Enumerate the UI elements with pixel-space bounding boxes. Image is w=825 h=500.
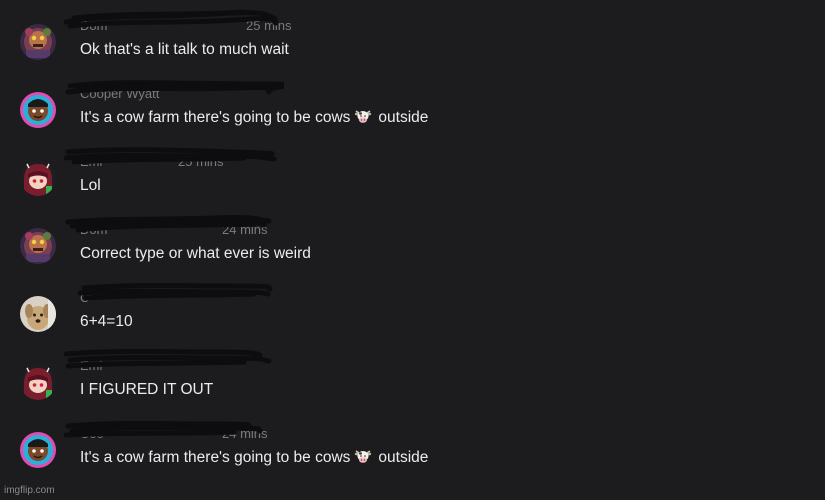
gacha-character-avatar-icon[interactable] (20, 160, 56, 196)
message-header: Cooper Wyatt (65, 80, 284, 102)
chat-message[interactable]: Dom 24 mins Correct type or what ever is… (0, 214, 825, 288)
cow-face-icon (354, 108, 372, 124)
message-timestamp: 24 mins (222, 222, 268, 237)
sender-name[interactable]: Coo (80, 426, 104, 441)
chat-thread: Dom 25 mins Ok that's a lit talk to much… (0, 0, 825, 500)
sender-name[interactable]: Cooper Wyatt (80, 86, 159, 101)
cartoon-boy-avatar-icon[interactable] (20, 432, 56, 468)
animatronic-avatar-icon[interactable] (20, 228, 56, 264)
chat-message[interactable]: Cooper Wyatt It's a cow farm there's goi… (0, 80, 825, 152)
chat-message[interactable]: Emi I FIGURED IT OUT (0, 349, 825, 424)
sender-name[interactable]: C (80, 290, 89, 305)
message-text: I FIGURED IT OUT (80, 381, 214, 398)
chat-message[interactable]: Emi 25 mins Lol (0, 147, 825, 220)
chat-message[interactable]: Coo 24 mins It's a cow farm there's goin… (0, 421, 825, 492)
message-header: Dom 24 mins (65, 214, 280, 238)
message-timestamp: 24 mins (222, 426, 268, 441)
message-text: Ok that's a lit talk to much wait (80, 41, 289, 58)
chat-message[interactable]: Dom 25 mins Ok that's a lit talk to much… (0, 9, 825, 84)
chat-message[interactable]: C 6+4=10 (0, 283, 825, 356)
message-header: Dom 25 mins (64, 9, 292, 34)
animatronic-avatar-icon[interactable] (20, 24, 56, 60)
message-text-after: outside (378, 109, 429, 126)
message-header: C (77, 283, 280, 306)
message-text: Lol (80, 177, 101, 194)
message-header: Emi (64, 349, 280, 374)
message-header: Emi 25 mins (64, 147, 280, 170)
message-text: It's a cow farm there's going to be cows… (80, 108, 428, 128)
cartoon-boy-avatar-icon[interactable] (20, 92, 56, 128)
message-text-before: It's a cow farm there's going to be cows (80, 109, 351, 126)
sender-name[interactable]: Emi (80, 154, 102, 169)
message-text-after: outside (378, 449, 429, 466)
message-timestamp: 25 mins (246, 18, 292, 33)
message-text: 6+4=10 (80, 313, 133, 330)
dog-photo-avatar-icon[interactable] (20, 296, 56, 332)
gacha-character-avatar-icon[interactable] (20, 364, 56, 400)
message-text: It's a cow farm there's going to be cows… (80, 448, 428, 468)
sender-name[interactable]: Dom (80, 18, 107, 33)
message-text: Correct type or what ever is weird (80, 245, 311, 262)
sender-name[interactable]: Emi (80, 358, 102, 373)
sender-name[interactable]: Dom (80, 222, 107, 237)
cow-face-icon (354, 448, 372, 464)
message-text-before: It's a cow farm there's going to be cows (80, 449, 351, 466)
message-header: Coo 24 mins (64, 421, 280, 442)
watermark: imgflip.com (4, 485, 55, 496)
message-timestamp: 25 mins (178, 154, 224, 169)
